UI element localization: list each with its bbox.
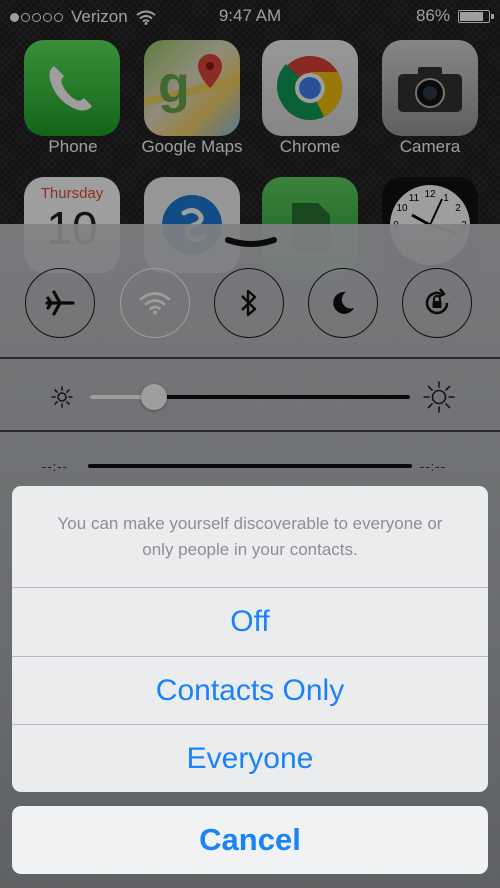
bluetooth-discoverability-action-sheet: You can make yourself discoverable to ev…	[12, 486, 488, 792]
everyone-option-button[interactable]: Everyone	[12, 724, 488, 792]
cancel-button[interactable]: Cancel	[12, 806, 488, 874]
contacts-only-option-button[interactable]: Contacts Only	[12, 656, 488, 724]
action-sheet-message: You can make yourself discoverable to ev…	[57, 513, 443, 559]
off-option-button[interactable]: Off	[12, 587, 488, 655]
